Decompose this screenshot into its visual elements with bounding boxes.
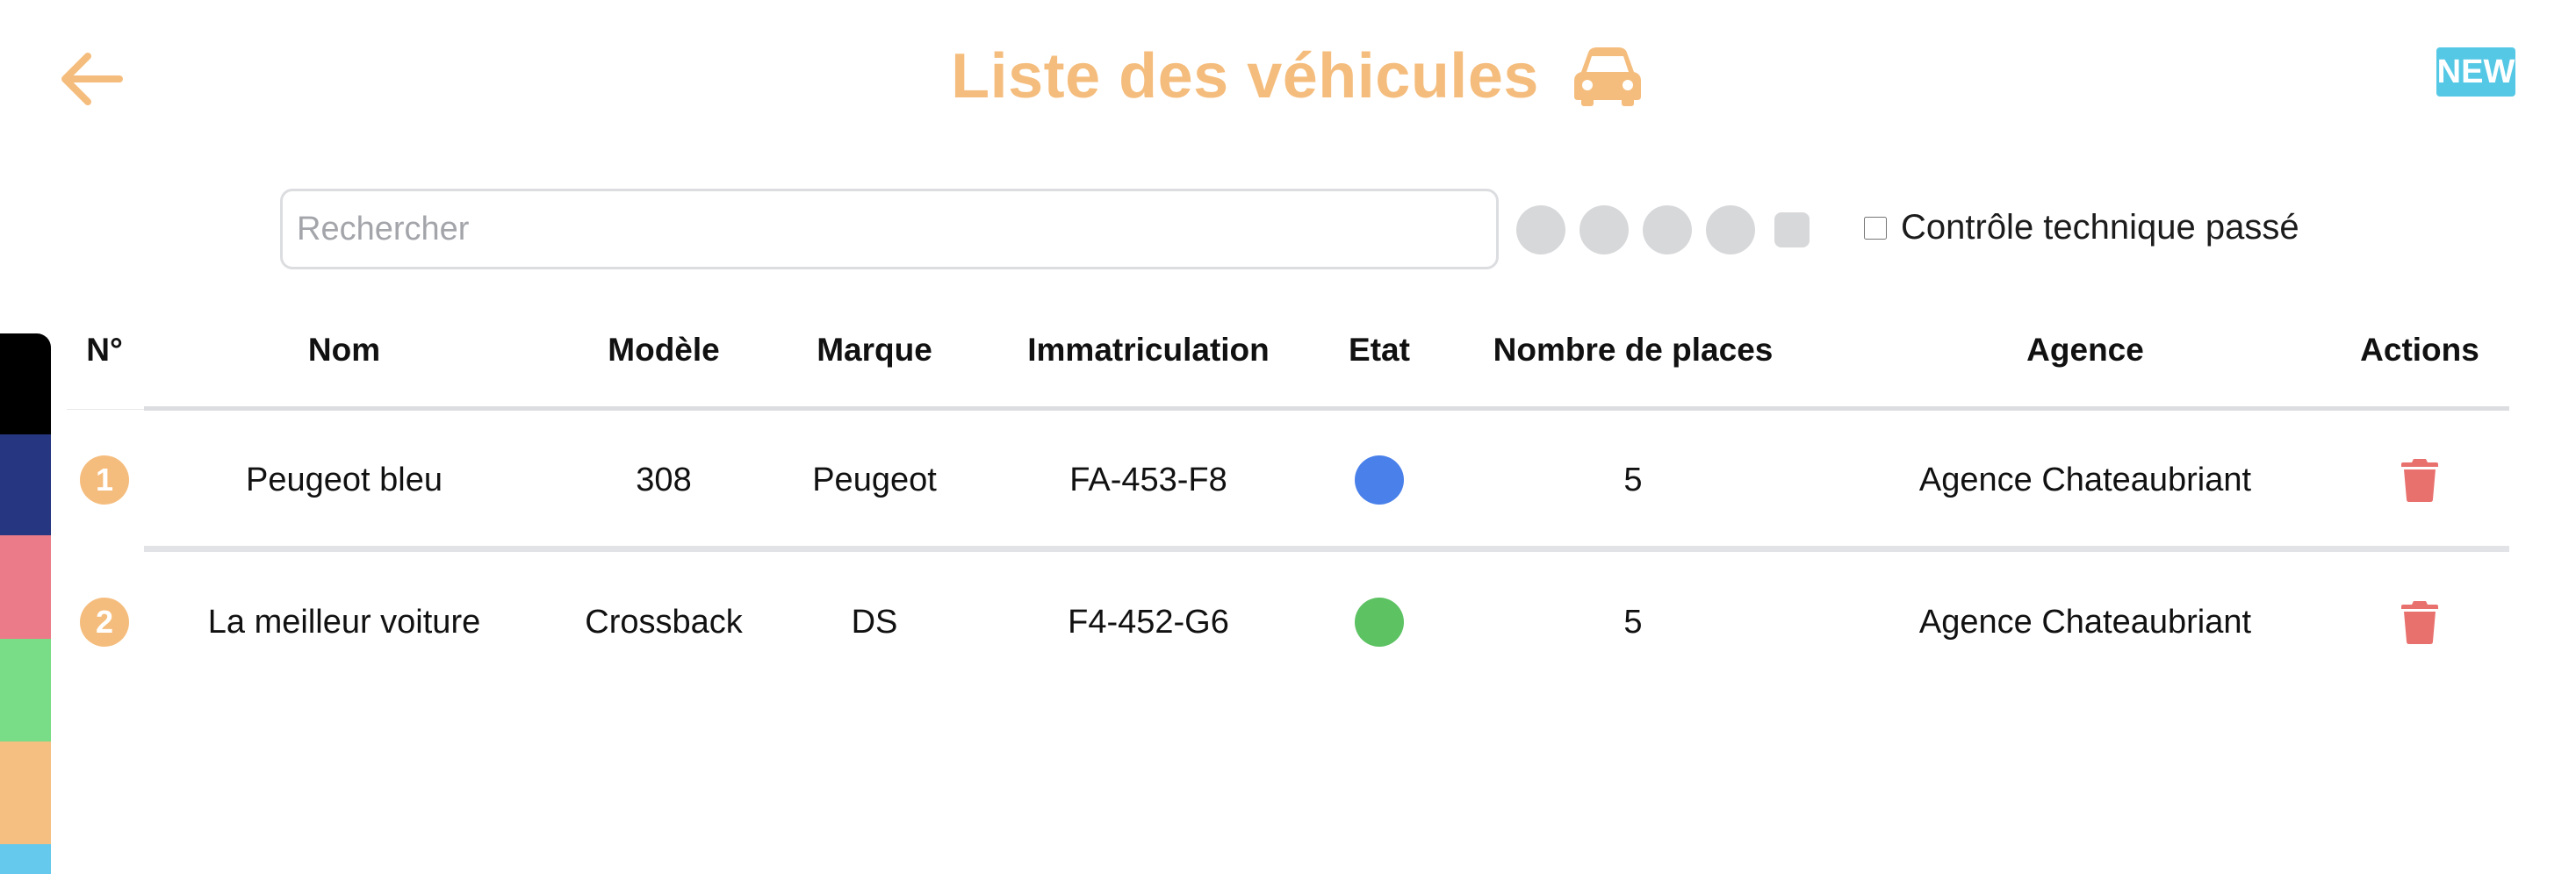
cell-nom: La meilleur voiture	[207, 603, 481, 641]
cell-immatriculation: F4-452-G6	[1068, 603, 1229, 641]
cell-places: 5	[1623, 603, 1643, 641]
vehicle-list-page: Liste des véhicules NEW Contrôle techniq…	[0, 0, 2576, 874]
side-color-strip	[0, 333, 51, 874]
col-header-agence: Agence	[2026, 332, 2144, 368]
controle-technique-label: Contrôle technique passé	[1901, 208, 2299, 247]
trash-icon[interactable]	[2400, 599, 2439, 645]
col-header-immatriculation: Immatriculation	[1027, 332, 1270, 368]
side-color-green[interactable]	[0, 639, 51, 741]
page-header: Liste des véhicules	[0, 40, 2576, 112]
col-header-nom: Nom	[307, 332, 381, 368]
side-color-black[interactable]	[0, 333, 51, 434]
cell-modele: 308	[636, 461, 692, 498]
controle-technique-filter[interactable]: Contrôle technique passé	[1864, 208, 2299, 247]
color-filter-1[interactable]	[1516, 205, 1565, 254]
controle-technique-checkbox[interactable]	[1864, 216, 1887, 240]
col-header-places: Nombre de places	[1493, 332, 1774, 368]
search-input[interactable]	[280, 189, 1499, 269]
cell-etat	[1355, 409, 1404, 551]
side-color-pink[interactable]	[0, 535, 51, 639]
cell-nom: Peugeot bleu	[246, 461, 443, 498]
row-number-badge: 1	[80, 455, 129, 505]
side-color-cyan[interactable]	[0, 844, 51, 874]
color-filter-4[interactable]	[1706, 205, 1755, 254]
col-header-modele: Modèle	[608, 332, 720, 368]
table-row: 1 Peugeot bleu 308 Peugeot FA-453-F8 5 A…	[67, 409, 2509, 552]
color-filter-3[interactable]	[1643, 205, 1692, 254]
page-title: Liste des véhicules	[951, 41, 1539, 111]
state-dot	[1355, 455, 1404, 505]
cell-agence: Agence Chateaubriant	[1918, 461, 2252, 498]
cell-places: 5	[1623, 461, 1643, 498]
col-header-marque: Marque	[817, 332, 932, 368]
cell-immatriculation: FA-453-F8	[1069, 461, 1227, 498]
side-color-orange[interactable]	[0, 741, 51, 844]
row-number-cell: 2	[80, 551, 129, 693]
color-filter-2[interactable]	[1579, 205, 1629, 254]
state-dot	[1355, 598, 1404, 647]
color-filter-group	[1516, 205, 1810, 254]
car-icon	[1572, 46, 1643, 107]
col-header-etat: Etat	[1349, 332, 1410, 368]
cell-etat	[1355, 551, 1404, 693]
new-vehicle-button[interactable]: NEW	[2436, 47, 2515, 97]
trash-icon[interactable]	[2400, 457, 2439, 503]
cell-modele: Crossback	[585, 603, 743, 641]
side-color-navy[interactable]	[0, 434, 51, 535]
cell-agence: Agence Chateaubriant	[1918, 603, 2252, 641]
cell-marque: DS	[851, 603, 898, 641]
row-number-cell: 1	[80, 409, 129, 551]
row-number-badge: 2	[80, 598, 129, 647]
table-row: 2 La meilleur voiture Crossback DS F4-45…	[67, 551, 2509, 693]
cell-actions	[2400, 409, 2439, 551]
cell-marque: Peugeot	[812, 461, 937, 498]
cell-actions	[2400, 551, 2439, 693]
table-header: N° Nom Modèle Marque Immatriculation Eta…	[67, 298, 2509, 411]
color-filter-5[interactable]	[1774, 212, 1810, 247]
vehicle-table: N° Nom Modèle Marque Immatriculation Eta…	[67, 298, 2509, 693]
col-header-actions: Actions	[2360, 332, 2479, 368]
col-header-num: N°	[86, 332, 123, 368]
